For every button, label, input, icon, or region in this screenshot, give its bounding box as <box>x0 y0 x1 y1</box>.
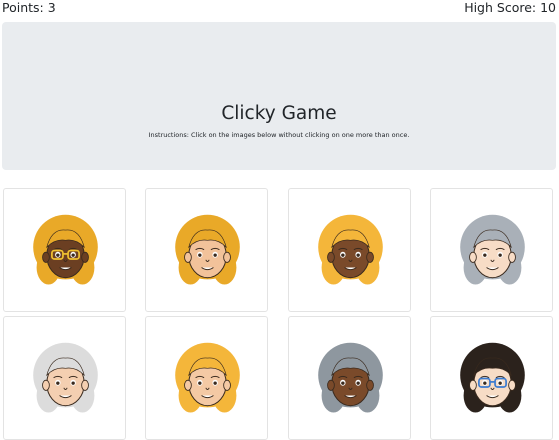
character-card[interactable] <box>430 316 553 440</box>
character-card[interactable] <box>430 188 553 312</box>
avatar-blonde-bun-icon <box>175 342 240 413</box>
high-score-counter: High Score: 10 <box>464 0 556 15</box>
character-card[interactable] <box>288 188 411 312</box>
character-card[interactable] <box>288 316 411 440</box>
page-title: Clicky Game <box>221 103 337 124</box>
avatar-grey-curly-hair-icon <box>318 342 383 413</box>
avatar-yellow-dreadlocks-glasses-icon <box>33 214 98 285</box>
character-card[interactable] <box>3 188 126 312</box>
avatar-white-curly-hair-icon <box>33 342 98 413</box>
navbar: Points: 3 High Score: 10 <box>0 0 559 20</box>
avatar-dark-curly-hair-glasses-icon <box>460 342 525 413</box>
avatar-yellow-dreadlocks-icon <box>175 214 240 285</box>
header-banner: Clicky Game Instructions: Click on the i… <box>2 22 556 170</box>
character-card[interactable] <box>3 316 126 440</box>
avatar-blonde-bob-icon <box>318 214 383 285</box>
character-card[interactable] <box>145 188 268 312</box>
points-counter: Points: 3 <box>2 0 56 15</box>
character-card[interactable] <box>145 316 268 440</box>
instructions-text: Instructions: Click on the images below … <box>148 131 410 139</box>
avatar-grey-wavy-hair-icon <box>460 214 525 285</box>
